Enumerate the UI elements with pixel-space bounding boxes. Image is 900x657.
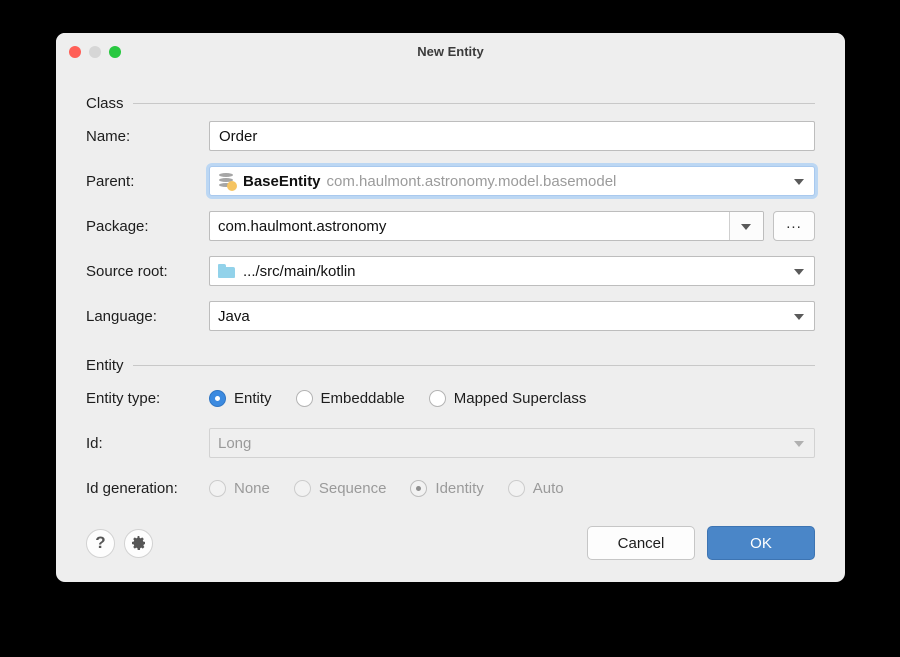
id-generation-option-auto: Auto xyxy=(508,480,564,497)
language-value: Java xyxy=(218,308,250,325)
id-value: Long xyxy=(218,435,251,452)
language-row: Language: Java xyxy=(86,301,815,331)
radio-icon xyxy=(429,390,446,407)
id-combobox: Long xyxy=(209,428,815,458)
settings-button[interactable] xyxy=(124,529,153,558)
new-entity-dialog: New Entity Class Name: Order Parent: xyxy=(56,33,845,582)
entity-type-option-embeddable[interactable]: Embeddable xyxy=(296,390,405,407)
radio-icon xyxy=(209,480,226,497)
entity-type-option-entity[interactable]: Entity xyxy=(209,390,272,407)
entity-type-option-label: Mapped Superclass xyxy=(454,390,587,407)
id-generation-option-label: Identity xyxy=(435,480,483,497)
parent-class-name: BaseEntity xyxy=(243,173,321,190)
source-root-combobox[interactable]: .../src/main/kotlin xyxy=(209,256,815,286)
radio-icon xyxy=(508,480,525,497)
chevron-down-icon xyxy=(794,441,804,447)
source-root-row: Source root: .../src/main/kotlin xyxy=(86,256,815,286)
package-dropdown-button[interactable] xyxy=(729,212,763,240)
id-row: Id: Long xyxy=(86,428,815,458)
gear-icon xyxy=(131,535,147,551)
class-section-header: Class xyxy=(86,95,815,112)
parent-package-path: com.haulmont.astronomy.model.basemodel xyxy=(327,173,617,190)
database-entity-icon xyxy=(218,172,236,190)
name-label: Name: xyxy=(86,128,209,145)
folder-icon xyxy=(218,264,236,279)
help-button[interactable]: ? xyxy=(86,529,115,558)
language-label: Language: xyxy=(86,308,209,325)
package-row: Package: com.haulmont.astronomy ... xyxy=(86,211,815,241)
source-root-value: .../src/main/kotlin xyxy=(243,263,356,280)
question-mark-icon: ? xyxy=(95,534,105,553)
entity-type-option-label: Entity xyxy=(234,390,272,407)
class-section-rule xyxy=(133,103,815,104)
package-label: Package: xyxy=(86,218,209,235)
package-combobox[interactable]: com.haulmont.astronomy xyxy=(209,211,764,241)
radio-icon xyxy=(294,480,311,497)
parent-label: Parent: xyxy=(86,173,209,190)
entity-type-label: Entity type: xyxy=(86,390,209,407)
entity-section-label: Entity xyxy=(86,357,124,374)
chevron-down-icon xyxy=(741,224,751,230)
id-generation-option-sequence: Sequence xyxy=(294,480,387,497)
ok-button[interactable]: OK xyxy=(707,526,815,560)
chevron-down-icon xyxy=(794,269,804,275)
dialog-form: Class Name: Order Parent: BaseEntity xyxy=(56,95,845,503)
entity-type-radio-group: Entity Embeddable Mapped Superclass xyxy=(209,390,586,407)
entity-section-rule xyxy=(133,365,815,366)
parent-combobox[interactable]: BaseEntity com.haulmont.astronomy.model.… xyxy=(209,166,815,196)
id-label: Id: xyxy=(86,435,209,452)
title-bar: New Entity xyxy=(56,33,845,69)
radio-icon xyxy=(410,480,427,497)
class-section-label: Class xyxy=(86,95,124,112)
cancel-button[interactable]: Cancel xyxy=(587,526,695,560)
name-row: Name: Order xyxy=(86,121,815,151)
chevron-down-icon xyxy=(794,314,804,320)
package-input[interactable]: com.haulmont.astronomy xyxy=(210,212,729,240)
language-combobox[interactable]: Java xyxy=(209,301,815,331)
id-generation-option-none: None xyxy=(209,480,270,497)
id-generation-option-identity: Identity xyxy=(410,480,483,497)
window-title: New Entity xyxy=(56,44,845,59)
id-generation-option-label: None xyxy=(234,480,270,497)
entity-type-option-label: Embeddable xyxy=(321,390,405,407)
package-browse-button[interactable]: ... xyxy=(773,211,815,241)
id-generation-row: Id generation: None Sequence Identity xyxy=(86,473,815,503)
entity-section-header: Entity xyxy=(86,357,815,374)
name-input[interactable]: Order xyxy=(209,121,815,151)
entity-type-option-mapped-superclass[interactable]: Mapped Superclass xyxy=(429,390,587,407)
entity-type-row: Entity type: Entity Embeddable Mapped Su… xyxy=(86,383,815,413)
radio-icon xyxy=(209,390,226,407)
chevron-down-icon xyxy=(794,179,804,185)
id-generation-label: Id generation: xyxy=(86,480,209,497)
id-generation-option-label: Sequence xyxy=(319,480,387,497)
dialog-footer: ? Cancel OK xyxy=(56,504,845,582)
radio-icon xyxy=(296,390,313,407)
id-generation-option-label: Auto xyxy=(533,480,564,497)
source-root-label: Source root: xyxy=(86,263,209,280)
id-generation-radio-group: None Sequence Identity Auto xyxy=(209,480,564,497)
parent-row: Parent: BaseEntity com.haulmont.astronom… xyxy=(86,166,815,196)
